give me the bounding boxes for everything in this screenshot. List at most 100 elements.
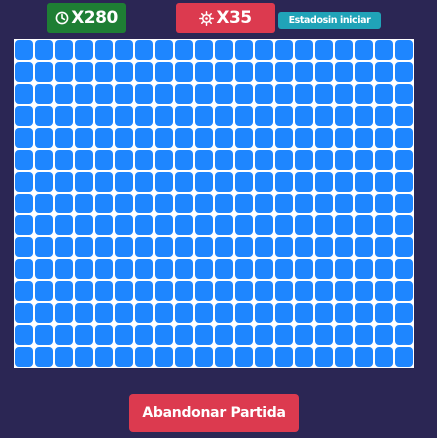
- board-cell[interactable]: [215, 303, 233, 324]
- board-cell[interactable]: [355, 105, 373, 126]
- board-cell[interactable]: [135, 237, 153, 258]
- board-cell[interactable]: [75, 40, 93, 60]
- board-cell[interactable]: [355, 347, 373, 367]
- board-cell[interactable]: [255, 171, 273, 192]
- board-cell[interactable]: [55, 83, 73, 104]
- board-cell[interactable]: [255, 237, 273, 258]
- board-cell[interactable]: [235, 259, 253, 280]
- board-cell[interactable]: [295, 83, 313, 104]
- board-cell[interactable]: [155, 61, 173, 82]
- board-cell[interactable]: [315, 347, 333, 367]
- board-cell[interactable]: [255, 149, 273, 170]
- board-cell[interactable]: [335, 149, 353, 170]
- board-cell[interactable]: [255, 347, 273, 367]
- board-cell[interactable]: [255, 193, 273, 214]
- board-cell[interactable]: [15, 347, 33, 367]
- board-cell[interactable]: [115, 61, 133, 82]
- board-cell[interactable]: [55, 105, 73, 126]
- board-cell[interactable]: [95, 215, 113, 236]
- board-cell[interactable]: [375, 61, 393, 82]
- board-cell[interactable]: [155, 303, 173, 324]
- board-cell[interactable]: [135, 215, 153, 236]
- board-cell[interactable]: [35, 127, 53, 148]
- board-cell[interactable]: [175, 193, 193, 214]
- board-cell[interactable]: [55, 259, 73, 280]
- board-cell[interactable]: [195, 281, 213, 302]
- board-cell[interactable]: [275, 303, 293, 324]
- abandon-game-button[interactable]: Abandonar Partida: [129, 394, 299, 432]
- board-cell[interactable]: [335, 259, 353, 280]
- board-cell[interactable]: [195, 40, 213, 60]
- board-cell[interactable]: [235, 215, 253, 236]
- board-cell[interactable]: [315, 83, 333, 104]
- board-cell[interactable]: [155, 237, 173, 258]
- board-cell[interactable]: [375, 83, 393, 104]
- board-cell[interactable]: [215, 127, 233, 148]
- board-cell[interactable]: [375, 40, 393, 60]
- board-cell[interactable]: [55, 61, 73, 82]
- board-cell[interactable]: [395, 347, 413, 367]
- board-cell[interactable]: [295, 215, 313, 236]
- board-cell[interactable]: [295, 193, 313, 214]
- board-cell[interactable]: [355, 281, 373, 302]
- board-cell[interactable]: [355, 259, 373, 280]
- board-cell[interactable]: [395, 105, 413, 126]
- board-cell[interactable]: [35, 215, 53, 236]
- board-cell[interactable]: [135, 303, 153, 324]
- board-cell[interactable]: [295, 149, 313, 170]
- board-cell[interactable]: [335, 325, 353, 346]
- board-cell[interactable]: [35, 149, 53, 170]
- board-cell[interactable]: [55, 149, 73, 170]
- board-cell[interactable]: [115, 40, 133, 60]
- board-cell[interactable]: [315, 303, 333, 324]
- board-cell[interactable]: [35, 325, 53, 346]
- board-cell[interactable]: [295, 105, 313, 126]
- board-cell[interactable]: [135, 347, 153, 367]
- board-cell[interactable]: [55, 281, 73, 302]
- board-cell[interactable]: [15, 281, 33, 302]
- board-cell[interactable]: [215, 325, 233, 346]
- board-cell[interactable]: [395, 61, 413, 82]
- board-cell[interactable]: [275, 149, 293, 170]
- board-cell[interactable]: [315, 193, 333, 214]
- board-cell[interactable]: [335, 127, 353, 148]
- board-cell[interactable]: [275, 61, 293, 82]
- board-cell[interactable]: [175, 171, 193, 192]
- board-cell[interactable]: [215, 193, 233, 214]
- board-cell[interactable]: [175, 127, 193, 148]
- board-cell[interactable]: [255, 303, 273, 324]
- board-cell[interactable]: [235, 237, 253, 258]
- board-cell[interactable]: [395, 40, 413, 60]
- board-cell[interactable]: [375, 215, 393, 236]
- board-cell[interactable]: [395, 171, 413, 192]
- board-cell[interactable]: [315, 149, 333, 170]
- board-cell[interactable]: [315, 325, 333, 346]
- board-cell[interactable]: [355, 193, 373, 214]
- board-cell[interactable]: [215, 281, 233, 302]
- board-cell[interactable]: [135, 281, 153, 302]
- board-cell[interactable]: [215, 171, 233, 192]
- board-cell[interactable]: [95, 325, 113, 346]
- board-cell[interactable]: [335, 40, 353, 60]
- board-cell[interactable]: [135, 40, 153, 60]
- board-cell[interactable]: [75, 347, 93, 367]
- board-cell[interactable]: [275, 259, 293, 280]
- board-cell[interactable]: [35, 105, 53, 126]
- board-cell[interactable]: [255, 259, 273, 280]
- board-cell[interactable]: [155, 127, 173, 148]
- board-cell[interactable]: [375, 281, 393, 302]
- board-cell[interactable]: [295, 237, 313, 258]
- board-cell[interactable]: [195, 149, 213, 170]
- board-cell[interactable]: [35, 40, 53, 60]
- board-cell[interactable]: [235, 105, 253, 126]
- board-cell[interactable]: [375, 237, 393, 258]
- board-cell[interactable]: [295, 303, 313, 324]
- board-cell[interactable]: [135, 105, 153, 126]
- board-cell[interactable]: [275, 281, 293, 302]
- board-cell[interactable]: [215, 105, 233, 126]
- board-cell[interactable]: [355, 325, 373, 346]
- board-cell[interactable]: [95, 61, 113, 82]
- board-cell[interactable]: [335, 193, 353, 214]
- board-cell[interactable]: [55, 40, 73, 60]
- board-cell[interactable]: [175, 61, 193, 82]
